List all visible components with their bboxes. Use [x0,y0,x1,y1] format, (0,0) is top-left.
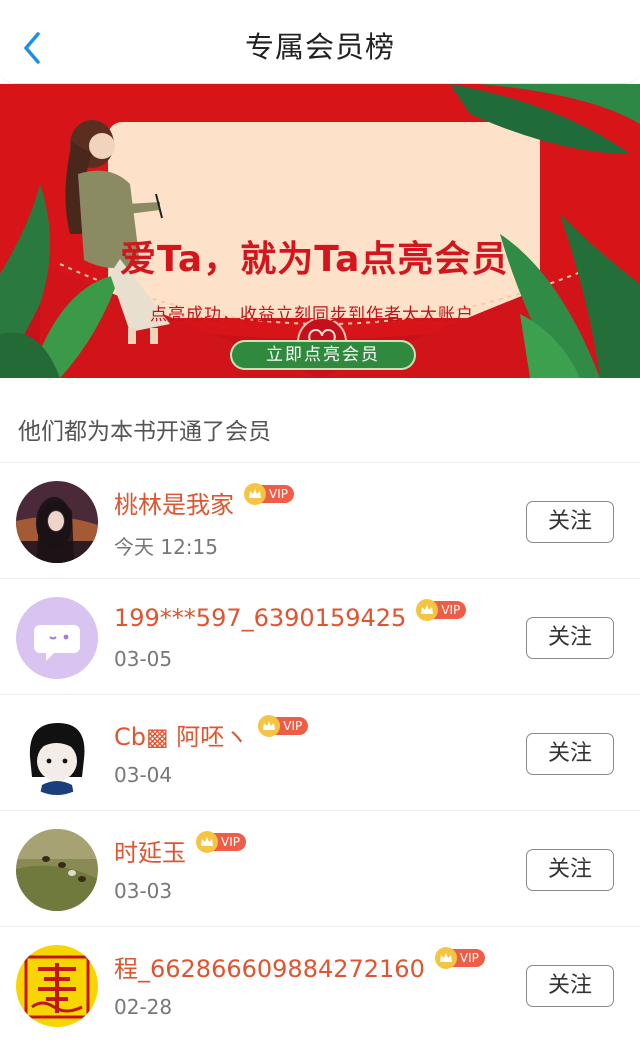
member-name[interactable]: 桃林是我家 [114,485,234,520]
top-bar: 专属会员榜 [0,0,640,84]
avatar[interactable] [16,481,98,563]
follow-button[interactable]: 关注 [526,849,614,891]
avatar-image [16,713,98,795]
follow-button[interactable]: 关注 [526,965,614,1007]
crown-icon [196,831,218,853]
default-avatar-icon [16,597,98,679]
avatar-image [16,945,98,1027]
promo-banner[interactable]: 爱Ta，就为Ta点亮会员 点亮成功，收益立刻同步到作者大大账户 立即点亮会员 [0,84,640,378]
member-name[interactable]: Cb▩ 阿呸ヽ [114,717,248,752]
follow-button[interactable]: 关注 [526,617,614,659]
banner-title: 爱Ta，就为Ta点亮会员 [120,239,509,280]
page-title: 专属会员榜 [244,30,395,64]
join-date: 今天 12:15 [114,535,218,559]
member-name[interactable]: 程_662866609884272160 [114,949,425,984]
section-title: 他们都为本书开通了会员 [18,419,271,445]
list-item[interactable]: 时延玉 VIP 03-03 关注 [0,810,640,926]
list-item[interactable]: 程_662866609884272160 VIP 02-28 关注 [0,926,640,1042]
vip-badge: VIP [258,715,309,737]
vip-badge: VIP [416,599,467,621]
member-list: 桃林是我家 VIP 今天 12:15 关注 199***597_63901594… [0,462,640,1042]
avatar-image [16,481,98,563]
join-date: 03-03 [114,879,173,903]
follow-button[interactable]: 关注 [526,501,614,543]
avatar[interactable] [16,829,98,911]
avatar[interactable] [16,597,98,679]
crown-icon [244,483,266,505]
activate-membership-button[interactable]: 立即点亮会员 [230,340,416,370]
banner-subtitle: 点亮成功，收益立刻同步到作者大大账户 [150,305,474,325]
avatar[interactable] [16,713,98,795]
follow-button[interactable]: 关注 [526,733,614,775]
join-date: 02-28 [114,995,173,1019]
join-date: 03-05 [114,647,173,671]
list-item[interactable]: Cb▩ 阿呸ヽ VIP 03-04 关注 [0,694,640,810]
avatar-image [16,829,98,911]
vip-badge: VIP [434,947,485,969]
vip-badge: VIP [196,831,246,853]
list-item[interactable]: 199***597_6390159425 VIP 03-05 关注 [0,578,640,694]
list-item[interactable]: 桃林是我家 VIP 今天 12:15 关注 [0,462,640,578]
crown-icon [434,947,457,969]
vip-badge: VIP [244,483,294,505]
member-name[interactable]: 时延玉 [114,833,186,868]
join-date: 03-04 [114,763,173,787]
member-name[interactable]: 199***597_6390159425 [114,604,406,632]
avatar[interactable] [16,945,98,1027]
